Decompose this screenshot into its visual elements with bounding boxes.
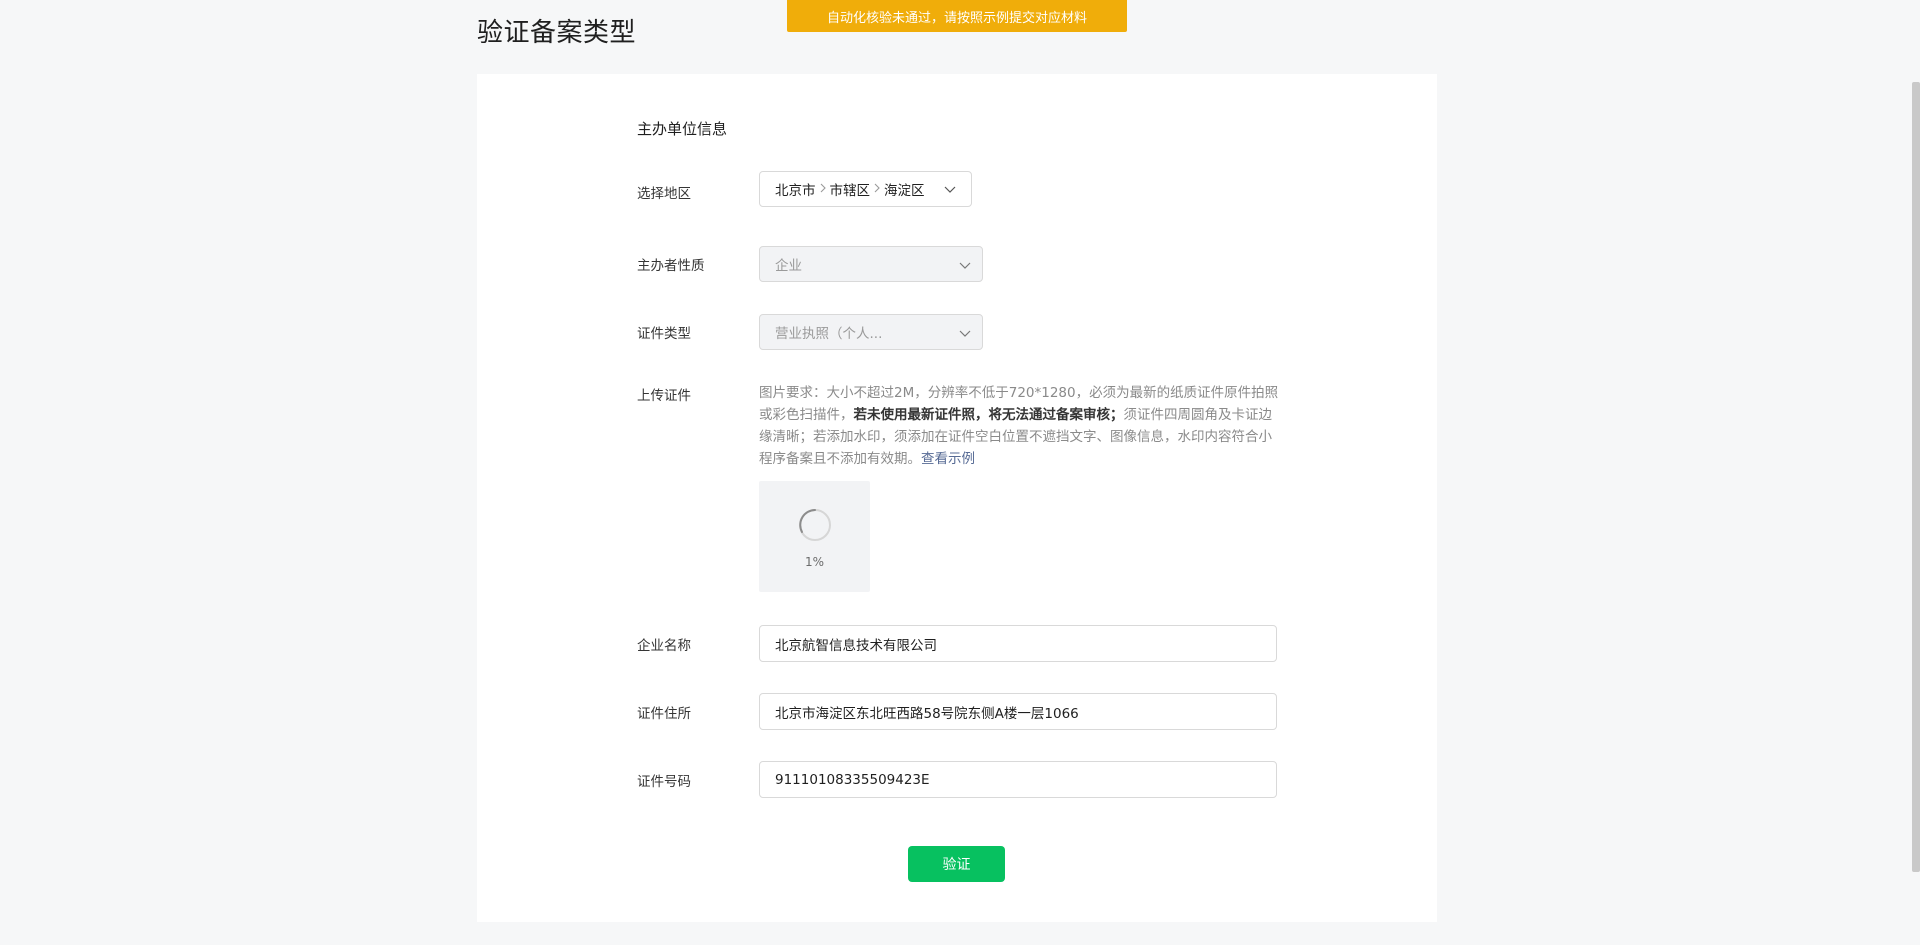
upload-requirements-warning: 若未使用最新证件照，将无法通过备案审核；: [853, 407, 1124, 423]
upload-requirements: 图片要求：大小不超过2M，分辨率不低于720*1280，必须为最新的纸质证件原件…: [759, 382, 1279, 470]
region-label: 选择地区: [637, 186, 691, 202]
certificate-address-input[interactable]: 北京市海淀区东北旺西路58号院东侧A楼一层1066: [759, 693, 1277, 730]
upload-thumbnail[interactable]: 1%: [759, 481, 870, 592]
organizer-nature-select[interactable]: 企业: [759, 246, 983, 282]
organizer-nature-value: 企业: [775, 258, 802, 274]
form-card: 主办单位信息 选择地区 北京市 市辖区 海淀区 主办者性质 企业 证件类型 营业…: [477, 74, 1437, 922]
certificate-number-value: 91110108335509423E: [775, 771, 930, 788]
chevron-down-icon: [943, 182, 957, 196]
organizer-nature-label: 主办者性质: [637, 258, 705, 274]
company-name-input[interactable]: 北京航智信息技术有限公司: [759, 625, 1277, 662]
region-cascader[interactable]: 北京市 市辖区 海淀区: [759, 171, 972, 207]
loading-spinner-icon: [797, 507, 833, 543]
certificate-address-value: 北京市海淀区东北旺西路58号院东侧A楼一层1066: [775, 705, 1079, 722]
scrollbar[interactable]: [1912, 0, 1920, 945]
certificate-number-input[interactable]: 91110108335509423E: [759, 761, 1277, 798]
page-title: 验证备案类型: [477, 18, 637, 48]
chevron-right-icon: [819, 182, 827, 196]
section-title: 主办单位信息: [637, 120, 728, 138]
view-example-link[interactable]: 查看示例: [921, 451, 975, 467]
company-name-value: 北京航智信息技术有限公司: [775, 637, 937, 654]
certificate-type-value: 营业执照（个人...: [775, 326, 883, 342]
warning-toast-text: 自动化核验未通过，请按照示例提交对应材料: [826, 10, 1087, 26]
verify-button[interactable]: 验证: [908, 846, 1005, 882]
certificate-type-select[interactable]: 营业执照（个人...: [759, 314, 983, 350]
upload-label: 上传证件: [637, 388, 691, 404]
chevron-down-icon: [958, 258, 972, 272]
chevron-down-icon: [958, 326, 972, 340]
certificate-number-label: 证件号码: [637, 774, 691, 790]
region-district: 海淀区: [884, 183, 925, 199]
upload-progress: 1%: [804, 555, 825, 569]
page: 自动化核验未通过，请按照示例提交对应材料 验证备案类型 主办单位信息 选择地区 …: [0, 0, 1920, 945]
chevron-right-icon: [873, 182, 881, 196]
region-province: 北京市: [775, 183, 816, 199]
certificate-type-label: 证件类型: [637, 326, 691, 342]
scrollbar-thumb[interactable]: [1912, 82, 1920, 872]
region-city: 市辖区: [829, 183, 871, 199]
certificate-address-label: 证件住所: [637, 706, 691, 722]
company-name-label: 企业名称: [637, 638, 691, 654]
warning-toast: 自动化核验未通过，请按照示例提交对应材料: [787, 0, 1127, 32]
